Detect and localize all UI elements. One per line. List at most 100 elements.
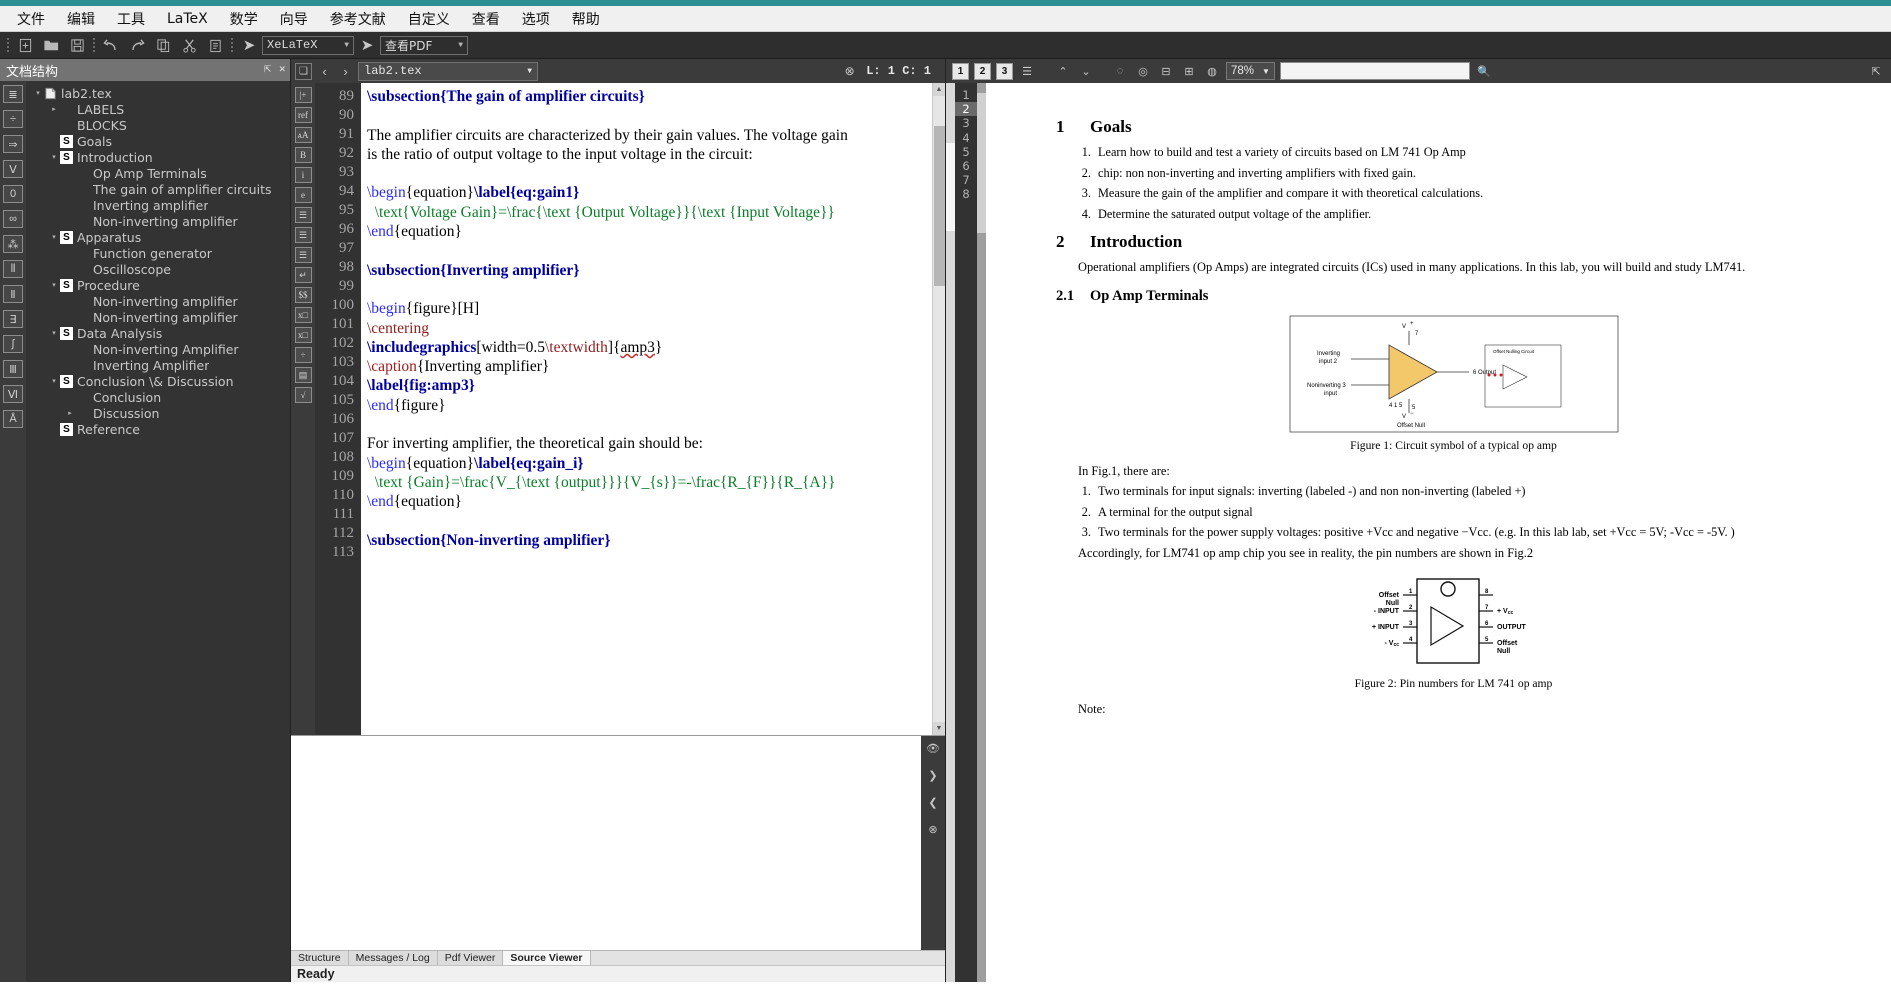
close-tab-icon[interactable]: ⊗ [841, 63, 858, 80]
prev-page-icon[interactable]: ⌃ [1054, 62, 1072, 80]
latex-tool-9[interactable]: ↵ [294, 267, 312, 283]
code-line[interactable] [367, 106, 932, 125]
structure-tool-9[interactable]: ∃ [3, 310, 23, 328]
code-line[interactable]: \begin{equation}\label{eq:gain1} [367, 183, 932, 202]
code-line[interactable]: \begin{figure}[H] [367, 299, 932, 318]
latex-tool-7[interactable]: ☰ [294, 227, 312, 243]
scroll-thumb[interactable] [934, 126, 945, 286]
structure-tool-0[interactable]: ≣ [3, 85, 23, 103]
menu-edit[interactable]: 编辑 [56, 6, 106, 32]
pdf-page-number[interactable]: 5 [955, 145, 977, 159]
code-line[interactable]: For inverting amplifier, the theoretical… [367, 434, 932, 453]
panel-undock-icon[interactable]: ⇱ [264, 65, 272, 75]
next-page-icon[interactable]: ⌄ [1077, 62, 1095, 80]
structure-tree-item[interactable]: Op Amp Terminals [26, 165, 290, 181]
toolbar-grip[interactable] [4, 36, 12, 55]
code-line[interactable]: \caption{Inverting amplifier} [367, 357, 932, 376]
pdf-page-number[interactable]: 6 [955, 159, 977, 173]
bottom-tab[interactable]: Structure [291, 951, 349, 965]
structure-tree-item[interactable]: ▸ Discussion [26, 405, 290, 421]
code-line[interactable] [367, 164, 932, 183]
structure-tree-item[interactable]: ▾ S Data Analysis [26, 325, 290, 341]
bookmark-icon[interactable]: ❑ [295, 62, 312, 80]
disclosure-triangle-icon[interactable]: ▾ [48, 377, 60, 385]
pdf-search-input[interactable] [1279, 62, 1470, 80]
code-line[interactable]: \end{equation} [367, 222, 932, 241]
zoom-in-icon[interactable]: ⊞ [1180, 62, 1198, 80]
disclosure-triangle-icon[interactable]: ▾ [48, 329, 60, 337]
structure-tool-5[interactable]: ∞ [3, 210, 23, 228]
pdf-page-number[interactable]: 2 [955, 102, 977, 117]
structure-tool-3[interactable]: Ⅴ [3, 160, 23, 178]
page-layout-single-icon[interactable]: 1 [952, 62, 969, 80]
disclosure-triangle-icon[interactable]: ▾ [48, 153, 60, 161]
pdf-body[interactable]: 12345678 1GoalsLearn how to build and te… [946, 83, 1891, 982]
menu-help[interactable]: 帮助 [561, 6, 611, 32]
code-line[interactable]: \centering [367, 319, 932, 338]
code-line[interactable]: \text {Gain}=\frac{V_{\text {output}}}{V… [367, 473, 932, 492]
structure-tree-item[interactable]: BLOCKS [26, 117, 290, 133]
panel-header-controls[interactable]: ⇱ ✕ [264, 65, 290, 75]
code-line[interactable]: \text{Voltage Gain}=\frac{\text {Output … [367, 203, 932, 222]
pdf-panel-undock-icon[interactable]: ⇱ [1867, 62, 1885, 80]
structure-tree-item[interactable]: Non-inverting amplifier [26, 309, 290, 325]
pdf-page-number[interactable]: 3 [955, 116, 977, 130]
structure-tree-item[interactable]: Non-inverting Amplifier [26, 341, 290, 357]
structure-tree-item[interactable]: Inverting amplifier [26, 197, 290, 213]
code-line[interactable]: \end{equation} [367, 492, 932, 511]
bottom-tab[interactable]: Pdf Viewer [437, 951, 504, 965]
latex-tool-5[interactable]: e [294, 187, 312, 203]
structure-tree-item[interactable]: Non-inverting amplifier [26, 293, 290, 309]
copy-icon[interactable] [150, 34, 176, 57]
code-line[interactable]: \subsection{The gain of amplifier circui… [367, 87, 932, 106]
pdf-page-number[interactable]: 7 [955, 173, 977, 187]
structure-tree-item[interactable]: ▾ S Conclusion \& Discussion [26, 373, 290, 389]
code-line[interactable]: \end{figure} [367, 396, 932, 415]
code-line[interactable] [367, 550, 932, 569]
editor-vertical-scrollbar[interactable]: ▲ ▼ [932, 83, 945, 735]
menu-wizard[interactable]: 向导 [269, 6, 319, 32]
disclosure-triangle-icon[interactable]: ▾ [32, 89, 44, 97]
latex-tool-13[interactable]: ÷ [294, 347, 312, 363]
code-line[interactable] [367, 280, 932, 299]
menu-bibliography[interactable]: 参考文献 [319, 6, 397, 32]
code-line[interactable]: \subsection{Non-inverting amplifier} [367, 531, 932, 550]
disclosure-triangle-icon[interactable]: ▸ [64, 409, 76, 417]
clear-log-icon[interactable]: ⊗ [928, 823, 937, 836]
next-error-icon[interactable]: ❯ [928, 769, 937, 782]
code-line[interactable] [367, 241, 932, 260]
latex-tool-15[interactable]: √ [294, 387, 312, 403]
structure-tool-8[interactable]: Ⅱ [3, 285, 23, 303]
structure-tool-10[interactable]: ∫ [3, 335, 23, 353]
menu-options[interactable]: 选项 [511, 6, 561, 32]
latex-tool-3[interactable]: B [294, 147, 312, 163]
structure-tree-item[interactable]: ▾ lab2.tex [26, 85, 290, 101]
build-run-icon[interactable]: ➤ [236, 34, 262, 57]
structure-tree-item[interactable]: ▾ S Procedure [26, 277, 290, 293]
structure-tool-12[interactable]: Ⅵ [3, 385, 23, 403]
undo-icon[interactable] [98, 34, 124, 57]
menu-math[interactable]: 数学 [219, 6, 269, 32]
structure-tree-item[interactable]: S Reference [26, 421, 290, 437]
code-text[interactable]: \subsection{The gain of amplifier circui… [361, 83, 932, 735]
cut-icon[interactable] [176, 34, 202, 57]
structure-tool-1[interactable]: ÷ [3, 110, 23, 128]
pdf-page-number[interactable]: 8 [955, 187, 977, 201]
zoom-level-select[interactable]: 78% ▼ [1226, 62, 1275, 80]
zoom-out-icon[interactable]: ⊟ [1157, 62, 1175, 80]
structure-tree-item[interactable]: ▾ S Introduction [26, 149, 290, 165]
toolbar-grip-3[interactable] [228, 36, 236, 55]
save-file-icon[interactable] [64, 34, 90, 57]
structure-tree-item[interactable]: ▾ S Apparatus [26, 229, 290, 245]
structure-tool-11[interactable]: Ⅲ [3, 360, 23, 378]
menu-view[interactable]: 查看 [461, 6, 511, 32]
pdf-page-scrollbar-2[interactable] [977, 83, 986, 982]
code-line[interactable]: \label{fig:amp3} [367, 376, 932, 395]
structure-tree-item[interactable]: Function generator [26, 245, 290, 261]
open-file-icon[interactable] [38, 34, 64, 57]
latex-tool-1[interactable]: ref [294, 107, 312, 123]
scroll-down-icon[interactable]: ▼ [933, 722, 945, 735]
menu-macros[interactable]: 自定义 [397, 6, 461, 32]
open-file-select[interactable]: lab2.tex ▼ [358, 61, 538, 81]
disclosure-triangle-icon[interactable]: ▾ [48, 281, 60, 289]
